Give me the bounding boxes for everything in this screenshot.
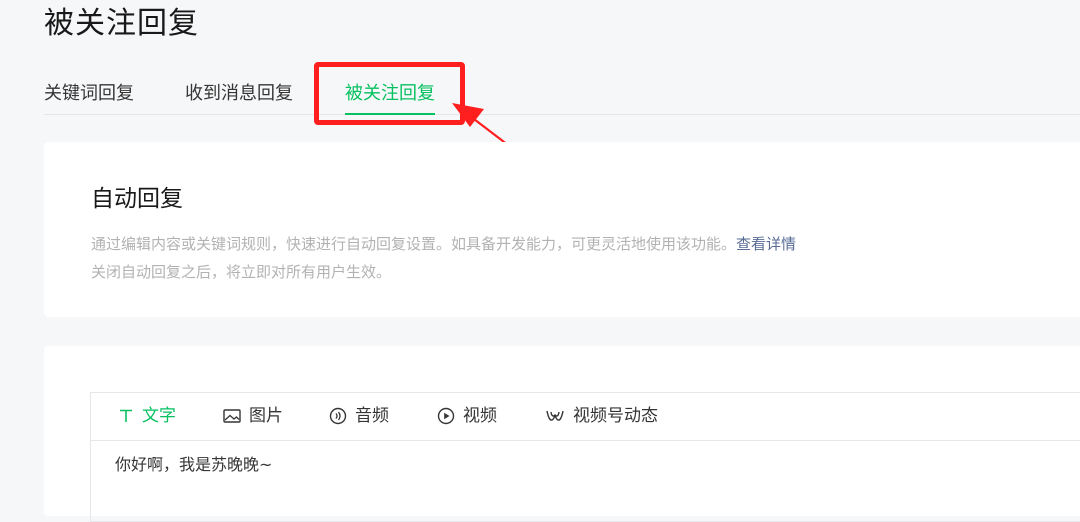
auto-reply-intro-card: 自动回复 通过编辑内容或关键词规则，快速进行自动回复设置。如具备开发能力，可更灵… [44,142,1080,317]
section-description: 通过编辑内容或关键词规则，快速进行自动回复设置。如具备开发能力，可更灵活地使用该… [91,230,796,286]
tool-video[interactable]: 视频 [437,393,497,439]
tool-video-label: 视频 [463,406,497,426]
tool-audio-label: 音频 [355,406,389,426]
channels-icon [546,410,564,421]
text-icon [120,409,132,422]
tool-channels-label: 视频号动态 [573,406,658,426]
tool-audio[interactable]: 音频 [329,393,389,439]
description-text: 通过编辑内容或关键词规则，快速进行自动回复设置。如具备开发能力，可更灵活地使用该… [91,235,737,253]
image-icon [223,409,241,423]
section-title: 自动回复 [91,186,183,212]
editor-toolbar: 文字 图片 音频 视频 视频号动态 [91,393,1080,441]
tool-channels[interactable]: 视频号动态 [545,393,658,439]
tool-text[interactable]: 文字 [118,393,176,439]
audio-icon [329,407,347,425]
reply-editor-card: 文字 图片 音频 视频 视频号动态 你好啊，我是苏晚晚~ [44,346,1080,522]
tool-image-label: 图片 [249,406,283,426]
tool-text-label: 文字 [142,406,176,426]
video-icon [437,407,455,425]
description-line-1: 通过编辑内容或关键词规则，快速进行自动回复设置。如具备开发能力，可更灵活地使用该… [91,230,796,258]
view-details-link[interactable]: 查看详情 [736,235,796,253]
description-line-2: 关闭自动回复之后，将立即对所有用户生效。 [91,263,392,281]
tool-image[interactable]: 图片 [223,393,283,439]
reply-content-text[interactable]: 你好啊，我是苏晚晚~ [115,453,272,477]
reply-editor: 文字 图片 音频 视频 视频号动态 你好啊，我是苏晚晚~ [90,392,1080,522]
